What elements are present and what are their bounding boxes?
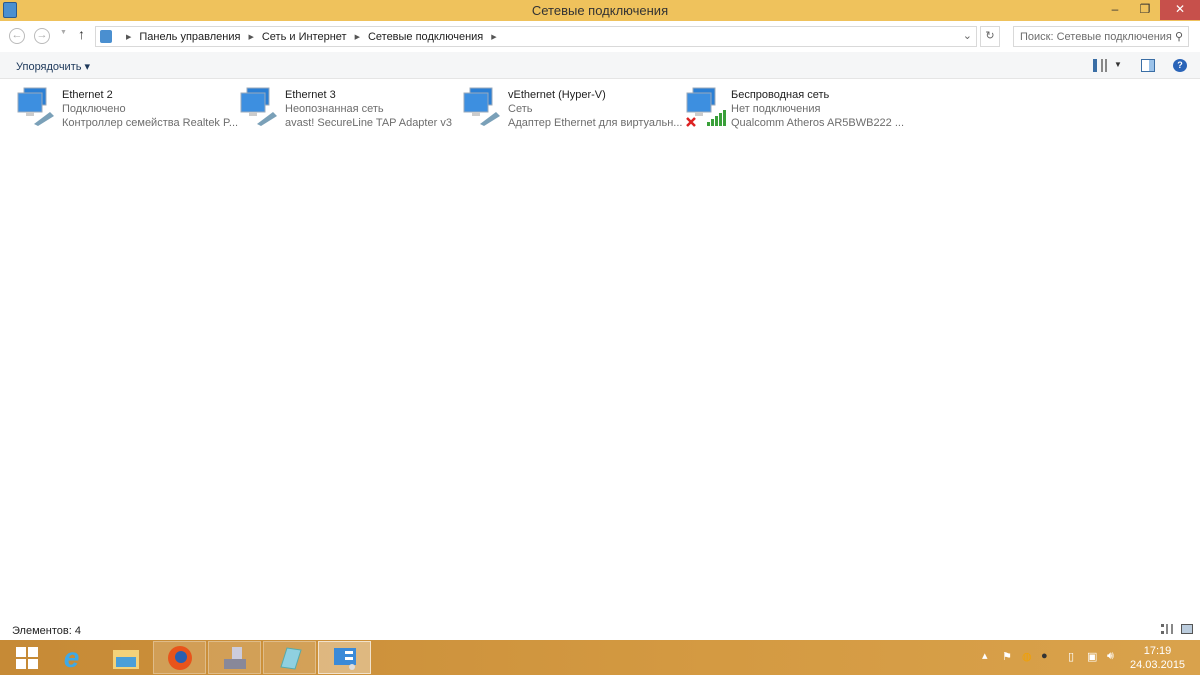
connection-ethernet-3[interactable]: Ethernet 3 Неопознанная сеть avast! Secure…: [239, 86, 454, 131]
connection-adapter: avast! SecureLine TAP Adapter v3: [285, 117, 452, 129]
volume-icon[interactable]: 🔊︎: [1107, 650, 1114, 663]
notepad-icon: [279, 646, 302, 670]
search-input[interactable]: Поиск: Сетевые подключения ⚲: [1013, 26, 1189, 47]
action-center-flag-icon[interactable]: ⚑: [1002, 650, 1012, 663]
firefox-icon: [167, 645, 192, 670]
title-bar: Сетевые подключения – ❐ ✕: [0, 0, 1200, 21]
view-dropdown-icon[interactable]: ▼: [1114, 60, 1122, 69]
details-view-icon[interactable]: [1161, 624, 1173, 634]
taskbar-internet-explorer[interactable]: e: [45, 641, 98, 674]
organize-button[interactable]: Упорядочить ▾: [16, 60, 90, 73]
taskbar-network-connections[interactable]: [318, 641, 371, 674]
show-hidden-icons[interactable]: ▴: [982, 649, 988, 662]
connection-name: Беспроводная сеть: [731, 89, 830, 101]
connection-name: Ethernet 3: [285, 89, 336, 101]
preview-pane-icon[interactable]: [1141, 59, 1155, 72]
taskbar: e ▴ ⚑ ◍ ● ▯ ▣ 🔊︎ 17:19 24.03.2015: [0, 640, 1200, 675]
chevron-down-icon[interactable]: ⌄: [963, 29, 972, 42]
minimize-button[interactable]: –: [1100, 0, 1130, 20]
network-tray-icon[interactable]: ▣: [1087, 650, 1097, 663]
clock-time: 17:19: [1143, 645, 1172, 657]
connection-adapter: Адаптер Ethernet для виртуальн...: [508, 117, 683, 129]
chevron-right-icon[interactable]: ▶: [491, 33, 496, 41]
command-bar: Упорядочить ▾ ▼ ?: [0, 52, 1200, 79]
maximize-button[interactable]: ❐: [1130, 0, 1160, 20]
chevron-right-icon[interactable]: ▶: [355, 33, 360, 41]
window-title: Сетевые подключения: [531, 3, 669, 18]
refresh-button[interactable]: ↻: [980, 26, 1000, 47]
wired-network-adapter-icon: [240, 87, 277, 126]
chevron-right-icon: ▶: [126, 33, 132, 41]
breadcrumb-network-internet[interactable]: Сеть и Интернет: [262, 31, 347, 43]
recent-dropdown-icon[interactable]: ▼: [60, 29, 67, 36]
taskbar-file-explorer[interactable]: [99, 641, 152, 674]
device-manager-icon: [223, 646, 246, 669]
control-panel-icon: [333, 647, 356, 670]
internet-explorer-icon: e: [63, 641, 80, 673]
battery-icon[interactable]: ▯: [1068, 650, 1074, 663]
connection-wireless[interactable]: Беспроводная сеть Нет подключения Qualcomm…: [685, 86, 904, 131]
connection-name: Ethernet 2: [62, 89, 113, 101]
connection-status: Подключено: [62, 103, 126, 115]
control-panel-icon: [100, 30, 112, 43]
connection-status: Неопознанная сеть: [285, 103, 384, 115]
large-icons-view-icon[interactable]: [1181, 624, 1193, 634]
change-view-icon[interactable]: [1093, 59, 1107, 72]
wired-network-adapter-icon: [463, 87, 500, 126]
wireless-network-adapter-icon: [686, 87, 726, 127]
address-bar-row: ← → ▼ ↑ ▶ Панель управления ▶ Сеть и Инт…: [0, 21, 1200, 51]
forward-button[interactable]: →: [34, 28, 50, 44]
connection-ethernet-2[interactable]: Ethernet 2 Подключено Контроллер семейства…: [16, 86, 238, 131]
taskbar-firefox[interactable]: [153, 641, 206, 674]
connection-status: Сеть: [508, 103, 533, 115]
connection-adapter: Qualcomm Atheros AR5BWB222 ...: [731, 117, 905, 129]
breadcrumb-control-panel[interactable]: Панель управления: [139, 31, 240, 43]
clock[interactable]: 17:19 24.03.2015: [1130, 644, 1185, 672]
search-placeholder: Поиск: Сетевые подключения: [1020, 31, 1172, 43]
connection-vethernet-hyper-v[interactable]: vEthernet (Hyper-V) Сеть Адаптер Ethernet …: [462, 86, 682, 131]
clock-date: 24.03.2015: [1130, 659, 1186, 671]
connection-name: vEthernet (Hyper-V): [508, 89, 606, 101]
search-icon: ⚲: [1174, 31, 1183, 43]
taskbar-notepad[interactable]: [263, 641, 316, 674]
folder-icon: [112, 649, 139, 669]
address-box[interactable]: ▶ Панель управления ▶ Сеть и Интернет ▶ …: [95, 26, 977, 47]
windows-logo-icon: [15, 646, 38, 669]
back-button[interactable]: ←: [9, 28, 25, 44]
connection-adapter: Контроллер семейства Realtek P...: [62, 117, 239, 129]
taskbar-device-manager[interactable]: [208, 641, 261, 674]
avast-icon[interactable]: ◍: [1022, 650, 1032, 663]
wired-network-adapter-icon: [17, 87, 54, 126]
close-button[interactable]: ✕: [1160, 0, 1200, 20]
up-button[interactable]: ↑: [78, 26, 85, 42]
securline-icon[interactable]: ●: [1041, 650, 1048, 662]
chevron-right-icon[interactable]: ▶: [248, 33, 253, 41]
breadcrumb-network-connections[interactable]: Сетевые подключения: [368, 31, 483, 43]
help-icon[interactable]: ?: [1173, 59, 1187, 72]
connection-status: Нет подключения: [731, 103, 821, 115]
item-count: Элементов: 4: [12, 625, 81, 637]
